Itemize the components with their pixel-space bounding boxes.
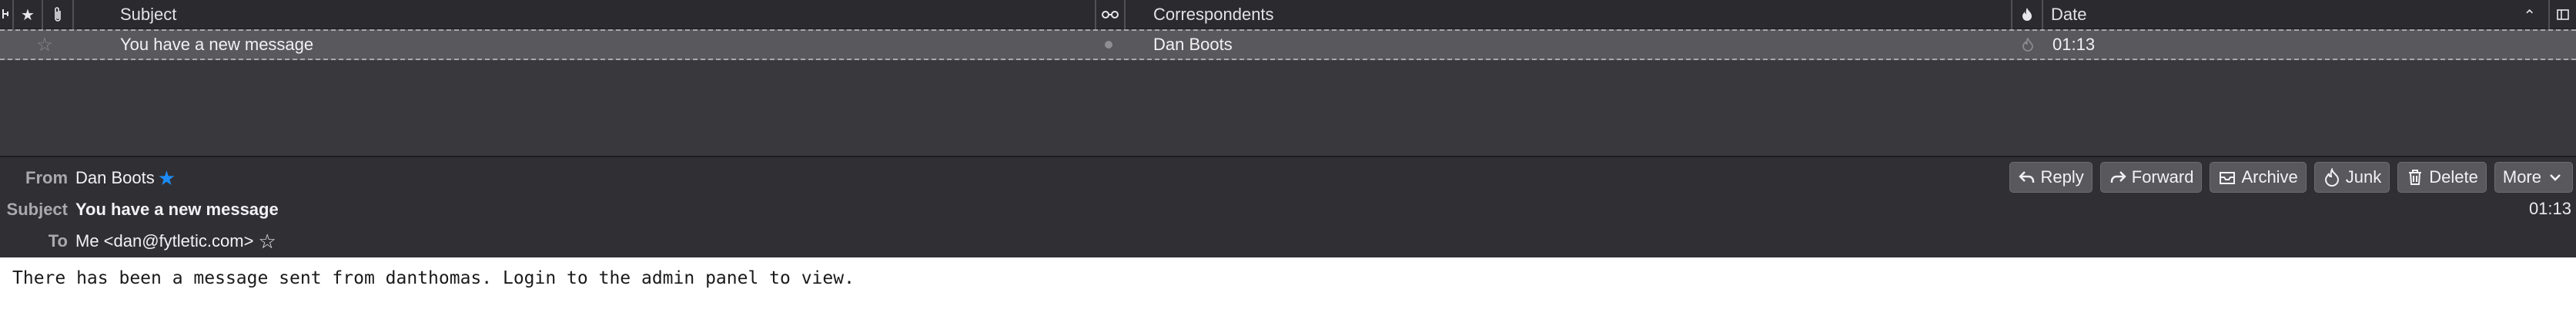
message-date: 01:13 bbox=[2528, 199, 2571, 218]
star-icon: ★ bbox=[21, 6, 35, 24]
to-address: Me <dan@fytletic.com> bbox=[75, 231, 254, 251]
subject-label: Subject bbox=[6, 200, 68, 219]
chevron-down-icon bbox=[2550, 174, 2561, 181]
archive-label: Archive bbox=[2241, 167, 2298, 187]
mail-window: ★ Subject Correspondents Date ⌃ ☆ You ha… bbox=[0, 0, 2576, 333]
chevron-up-icon: ⌃ bbox=[2523, 8, 2536, 25]
column-picker-button[interactable] bbox=[2548, 0, 2576, 29]
add-contact-star-icon[interactable]: ☆ bbox=[258, 230, 276, 254]
thread-pane: ★ Subject Correspondents Date ⌃ ☆ You ha… bbox=[0, 0, 2576, 156]
message-toolbar: Reply Forward Archive Junk Delete More bbox=[2009, 162, 2573, 193]
date-column-label: Date bbox=[2051, 5, 2087, 24]
to-value[interactable]: Me <dan@fytletic.com> ☆ bbox=[75, 230, 276, 254]
date-column[interactable]: Date ⌃ bbox=[2043, 0, 2548, 29]
trash-icon bbox=[2409, 170, 2422, 185]
paperclip-icon bbox=[43, 0, 72, 29]
forward-label: Forward bbox=[2131, 167, 2194, 187]
junk-status-column[interactable] bbox=[2012, 0, 2043, 29]
forward-icon bbox=[2110, 171, 2126, 183]
row-junk-icon[interactable] bbox=[2019, 31, 2037, 59]
more-button[interactable]: More bbox=[2494, 162, 2573, 193]
reply-button[interactable]: Reply bbox=[2009, 162, 2093, 193]
correspondents-column-label: Correspondents bbox=[1153, 5, 1274, 24]
row-star-icon[interactable]: ☆ bbox=[31, 31, 59, 59]
message-header: From Dan Boots ★ Subject You have a new … bbox=[0, 156, 2576, 257]
message-body: There has been a message sent from danth… bbox=[0, 257, 2576, 333]
from-name: Dan Boots bbox=[75, 168, 155, 187]
row-date: 01:13 bbox=[2052, 35, 2096, 54]
thread-icon bbox=[0, 0, 12, 29]
delete-label: Delete bbox=[2429, 167, 2478, 187]
subject-column[interactable]: Subject bbox=[74, 0, 1096, 29]
read-status-column[interactable] bbox=[1096, 0, 1126, 29]
attachment-column[interactable] bbox=[43, 0, 74, 29]
glasses-icon bbox=[1096, 0, 1124, 29]
junk-label: Junk bbox=[2345, 167, 2382, 187]
subject-line: Subject You have a new message bbox=[0, 197, 1386, 223]
message-body-text: There has been a message sent from danth… bbox=[12, 268, 855, 288]
archive-button[interactable]: Archive bbox=[2210, 162, 2307, 193]
from-value[interactable]: Dan Boots ★ bbox=[75, 166, 176, 190]
unread-dot-icon[interactable] bbox=[1102, 31, 1115, 59]
row-correspondent: Dan Boots bbox=[1153, 35, 1233, 54]
row-subject: You have a new message bbox=[120, 35, 314, 54]
column-picker-icon bbox=[2550, 0, 2576, 29]
column-header-bar: ★ Subject Correspondents Date ⌃ bbox=[0, 0, 2576, 29]
thread-row[interactable]: ☆ You have a new message Dan Boots 01:13 bbox=[0, 29, 2576, 60]
subject-value: You have a new message bbox=[75, 200, 279, 219]
archive-icon bbox=[2220, 172, 2236, 184]
delete-button[interactable]: Delete bbox=[2397, 162, 2487, 193]
star-column[interactable]: ★ bbox=[14, 0, 43, 29]
reply-label: Reply bbox=[2040, 167, 2084, 187]
forward-button[interactable]: Forward bbox=[2099, 162, 2203, 193]
correspondents-column[interactable]: Correspondents bbox=[1126, 0, 2012, 29]
thread-column[interactable] bbox=[0, 0, 14, 29]
more-label: More bbox=[2502, 167, 2541, 187]
to-line: To Me <dan@fytletic.com> ☆ bbox=[0, 228, 1386, 254]
junk-button[interactable]: Junk bbox=[2313, 162, 2390, 193]
flame-icon bbox=[2012, 0, 2042, 29]
reply-icon bbox=[2018, 171, 2034, 183]
junk-icon bbox=[2324, 168, 2339, 187]
from-line: From Dan Boots ★ bbox=[0, 165, 1386, 191]
from-label: From bbox=[25, 168, 68, 187]
to-label: To bbox=[48, 231, 68, 251]
subject-column-label: Subject bbox=[120, 5, 177, 24]
contact-star-icon[interactable]: ★ bbox=[158, 166, 176, 190]
